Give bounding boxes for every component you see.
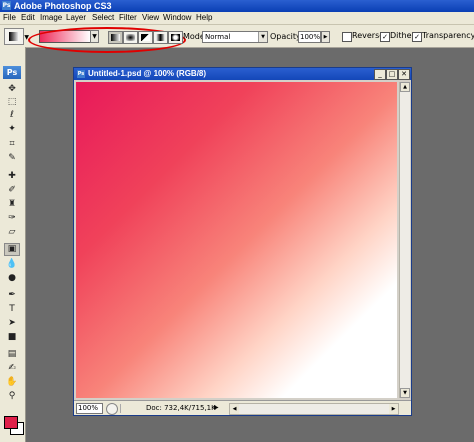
menu-filter[interactable]: Filter [119,12,137,24]
magic-wand-icon[interactable]: ✦ [5,124,19,135]
foreground-color-swatch[interactable] [4,416,18,429]
slice-icon[interactable]: ✎ [5,153,19,164]
move-icon[interactable]: ✥ [5,84,19,95]
status-bar: 100% Doc: 732,4K/715,1K ▶ ◀ ▶ [74,400,411,415]
diamond-gradient-icon [171,34,180,41]
menu-window[interactable]: Window [163,12,191,24]
minimize-button[interactable]: _ [374,69,386,80]
scroll-left-icon[interactable]: ◀ [230,404,239,414]
gradient-tool-icon [9,32,19,41]
canvas[interactable] [76,82,397,398]
document-icon: Ps [77,70,85,78]
transparency-label: Transparency [422,31,474,40]
menu-file[interactable]: File [3,12,16,24]
radial-gradient-button[interactable] [123,31,138,44]
opacity-input[interactable]: 100% [298,31,321,43]
tools-panel: Ps ✥ ⬚ ℓ ✦ ⌗ ✎ ✚ ✐ ♜ ✑ ▱ ▣ 💧 ● ✒ T ➤ ■ ▤… [0,47,26,442]
document-window: Ps Untitled-1.psd @ 100% (RGB/8) _ □ ✕ ▲… [73,67,412,416]
hand-icon[interactable]: ✋ [5,377,19,388]
title-bar: Ps Adobe Photoshop CS3 [0,0,474,12]
chevron-down-icon: ▼ [258,32,267,42]
menu-bar: File Edit Image Layer Select Filter View… [0,12,474,25]
radial-gradient-icon [126,34,135,41]
notes-icon[interactable]: ▤ [5,349,19,360]
window-title: Adobe Photoshop CS3 [14,1,112,11]
dodge-icon[interactable]: ● [5,273,19,284]
type-icon[interactable]: T [5,304,19,315]
zoom-input[interactable]: 100% [76,403,103,414]
maximize-button[interactable]: □ [386,69,398,80]
menu-edit[interactable]: Edit [21,12,35,24]
reflected-gradient-button[interactable] [153,31,168,44]
menu-help[interactable]: Help [196,12,212,24]
marquee-icon[interactable]: ⬚ [5,97,19,108]
document-title: Untitled-1.psd @ 100% (RGB/8) [88,69,207,78]
diamond-gradient-button[interactable] [168,31,183,44]
pen-icon[interactable]: ✒ [5,290,19,301]
crop-icon[interactable]: ⌗ [5,139,19,150]
ps-logo[interactable]: Ps [3,66,21,79]
vertical-scrollbar[interactable]: ▲ ▼ [399,82,410,398]
reverse-checkbox[interactable] [342,32,352,42]
opacity-dropdown[interactable]: ▶ [321,31,330,43]
dither-checkbox[interactable]: ✓ [380,32,390,42]
menu-view[interactable]: View [142,12,159,24]
lasso-icon[interactable]: ℓ [5,110,19,121]
document-title-bar[interactable]: Ps Untitled-1.psd @ 100% (RGB/8) _ □ ✕ [74,68,411,80]
scroll-right-icon[interactable]: ▶ [389,404,398,414]
gradient-icon[interactable]: ▣ [4,243,20,256]
scroll-down-icon[interactable]: ▼ [400,388,410,398]
linear-gradient-button[interactable] [108,31,123,44]
horizontal-scrollbar[interactable]: ◀ ▶ [229,403,399,415]
document-size: Doc: 732,4K/715,1K [146,404,216,412]
linear-gradient-icon [111,34,120,41]
zoom-icon[interactable]: ⚲ [5,391,19,402]
path-selection-icon[interactable]: ➤ [5,318,19,329]
mode-value: Normal [205,33,231,41]
history-brush-icon[interactable]: ✑ [5,213,19,224]
menu-image[interactable]: Image [40,12,62,24]
clone-stamp-icon[interactable]: ♜ [5,199,19,210]
status-divider [120,404,121,413]
shape-icon[interactable]: ■ [5,332,19,343]
blur-icon[interactable]: 💧 [5,259,19,270]
status-menu-arrow-icon[interactable]: ▶ [214,403,219,413]
menu-layer[interactable]: Layer [66,12,86,24]
eraser-icon[interactable]: ▱ [5,227,19,238]
reflected-gradient-icon [156,34,165,41]
transparency-checkbox[interactable]: ✓ [412,32,422,42]
app-icon: Ps [2,1,11,10]
close-button[interactable]: ✕ [398,69,410,80]
scroll-up-icon[interactable]: ▲ [400,82,410,92]
mode-select[interactable]: Normal ▼ [202,31,268,43]
tool-preset-picker[interactable]: ▼ [4,28,29,45]
angle-gradient-button[interactable] [138,31,153,44]
menu-select[interactable]: Select [92,12,114,24]
brush-icon[interactable]: ✐ [5,185,19,196]
status-info-icon[interactable] [106,403,118,415]
eyedropper-icon[interactable]: ✍ [5,363,19,374]
angle-gradient-icon [141,34,150,41]
healing-brush-icon[interactable]: ✚ [5,171,19,182]
